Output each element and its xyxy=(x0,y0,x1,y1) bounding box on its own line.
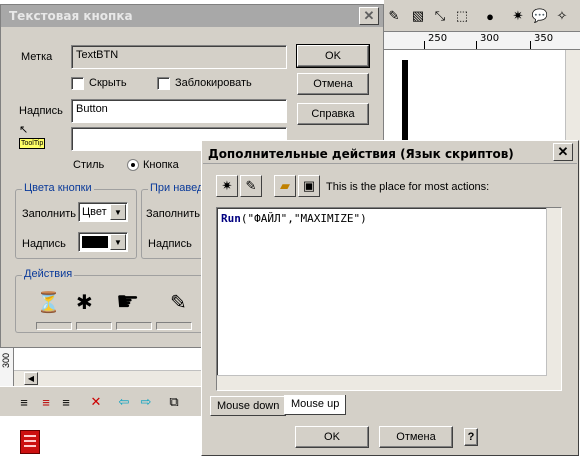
style-option: Кнопка xyxy=(143,159,179,171)
layer-red-icon[interactable]: ≡ xyxy=(36,392,56,412)
chevron-down-icon[interactable]: ▼ xyxy=(110,234,126,250)
chevron-down-icon[interactable]: ▼ xyxy=(110,204,126,220)
desktop-book-icon[interactable] xyxy=(20,430,40,454)
editor-toolbar: ✎ ▧ ⤡ ⬚ ● ✷ 💬 ✧ xyxy=(384,0,580,32)
close-icon[interactable]: ✕ xyxy=(553,143,573,161)
ruler-label: 350 xyxy=(534,33,554,44)
top-ruler: 250 300 350 xyxy=(384,32,580,50)
block-checkbox[interactable] xyxy=(157,77,170,90)
dialog-title: Дополнительные действия (Язык скриптов) xyxy=(208,147,514,161)
copy-icon[interactable]: ⧉ xyxy=(164,392,184,412)
arrow-right-icon[interactable]: ⇨ xyxy=(136,392,156,412)
insert-button-icon[interactable]: ✎ xyxy=(384,6,404,26)
label-field[interactable]: TextBTN xyxy=(71,45,287,69)
cancel-button[interactable]: Отмена xyxy=(379,426,453,448)
hide-checkbox[interactable] xyxy=(71,77,84,90)
resize-icon[interactable]: ⤡ xyxy=(430,6,450,26)
arrow-left-icon[interactable]: ⇦ xyxy=(114,392,134,412)
close-icon[interactable]: ✕ xyxy=(359,7,379,25)
horizontal-scrollbar[interactable]: ◀ xyxy=(14,370,204,386)
block-label: Заблокировать xyxy=(175,77,252,89)
ruler-label: 300 xyxy=(1,352,11,368)
ruler-tick xyxy=(476,41,477,49)
shape-icon[interactable]: ⬚ xyxy=(452,6,472,26)
action-slot[interactable] xyxy=(76,322,112,330)
click-action-icon[interactable]: ✱ xyxy=(76,290,93,315)
editor-vertical-scrollbar[interactable] xyxy=(546,208,561,390)
open-folder-icon[interactable]: ▰ xyxy=(274,175,296,197)
book-line xyxy=(24,445,36,447)
tab-mouse-up[interactable]: Mouse up xyxy=(284,395,347,415)
caption-label: Надпись xyxy=(19,105,63,117)
ruler-label: 250 xyxy=(428,33,448,44)
fill-value: Цвет xyxy=(82,206,107,218)
actions-group: Действия ⏳ ✱ ☛ ✎ xyxy=(15,268,211,333)
edit-script-icon[interactable]: ✎ xyxy=(240,175,262,197)
image-icon[interactable]: ▧ xyxy=(408,6,428,26)
ruler-label: 300 xyxy=(480,33,500,44)
script-editor[interactable]: Run("ФАЙЛ","MAXIMIZE") xyxy=(216,207,562,391)
group-title: При навед xyxy=(148,182,206,194)
caption-field[interactable]: Button xyxy=(71,99,287,123)
scroll-left-icon[interactable]: ◀ xyxy=(24,372,38,385)
ruler-tick xyxy=(530,41,531,49)
pointing-hand-icon[interactable]: ☛ xyxy=(116,286,139,317)
cancel-button[interactable]: Отмена xyxy=(297,73,369,95)
action-slot[interactable] xyxy=(156,322,192,330)
caption-color-combo[interactable]: ▼ xyxy=(78,232,128,252)
save-icon[interactable]: ▣ xyxy=(298,175,320,197)
group-title: Цвета кнопки xyxy=(22,182,94,194)
hover-caption-label: Надпись xyxy=(148,238,192,250)
button-colors-group: Цвета кнопки Заполнить Цвет ▼ Надпись ▼ xyxy=(15,182,137,259)
dialog-title: Текстовая кнопка xyxy=(9,9,133,23)
script-action-icon[interactable]: ✎ xyxy=(170,290,187,315)
tab-mouse-down[interactable]: Mouse down xyxy=(210,396,287,416)
group-title: Действия xyxy=(22,268,75,280)
action-slot[interactable] xyxy=(116,322,152,330)
ruler-tick xyxy=(424,41,425,49)
caption-color-label: Надпись xyxy=(22,238,66,250)
hover-fill-label: Заполнить xyxy=(146,208,201,220)
script-dialog: Дополнительные действия (Язык скриптов) … xyxy=(201,140,579,456)
label-caption: Метка xyxy=(21,51,53,63)
script-code: Run("ФАЙЛ","MAXIMIZE") xyxy=(221,212,367,225)
layer-stack-icon[interactable]: ≡ xyxy=(14,392,34,412)
help-icon[interactable]: ? xyxy=(464,428,478,446)
hint-text: This is the place for most actions: xyxy=(326,181,490,193)
ok-button[interactable]: OK xyxy=(295,426,369,448)
record-icon[interactable]: ● xyxy=(480,6,500,26)
help-button[interactable]: Справка xyxy=(297,103,369,125)
style-label: Стиль xyxy=(73,159,105,171)
code-keyword: Run xyxy=(221,212,241,225)
delete-icon[interactable]: ✕ xyxy=(86,392,106,412)
dialog-titlebar[interactable]: Дополнительные действия (Язык скриптов) … xyxy=(203,142,577,164)
magic-wand-icon[interactable]: ✷ xyxy=(216,175,238,197)
tooltip-badge: ToolTip xyxy=(19,138,46,149)
color-swatch xyxy=(82,236,108,248)
timer-action-icon[interactable]: ⏳ xyxy=(36,290,61,315)
pointer-icon: ↖ xyxy=(19,124,29,136)
book-line xyxy=(24,435,36,437)
bottom-toolbar: ≡ ≡ ≡ ✕ ⇦ ⇨ ⧉ xyxy=(0,386,210,416)
fill-label: Заполнить xyxy=(22,208,77,220)
fill-combo[interactable]: Цвет ▼ xyxy=(78,202,128,222)
book-line xyxy=(24,440,36,442)
layer-grey-icon[interactable]: ≡ xyxy=(56,392,76,412)
code-args: ("ФАЙЛ","MAXIMIZE") xyxy=(240,212,367,225)
ok-button[interactable]: OK xyxy=(296,44,370,68)
dialog-titlebar[interactable]: Текстовая кнопка ✕ xyxy=(1,5,383,27)
magic-wand-icon[interactable]: ✷ xyxy=(508,6,528,26)
editor-horizontal-scrollbar[interactable] xyxy=(217,375,547,390)
speech-bubble-icon[interactable]: 💬 xyxy=(530,6,550,26)
sparkle-icon[interactable]: ✧ xyxy=(552,6,572,26)
hide-label: Скрыть xyxy=(89,77,127,89)
action-slot[interactable] xyxy=(36,322,72,330)
style-radio[interactable] xyxy=(127,159,139,171)
